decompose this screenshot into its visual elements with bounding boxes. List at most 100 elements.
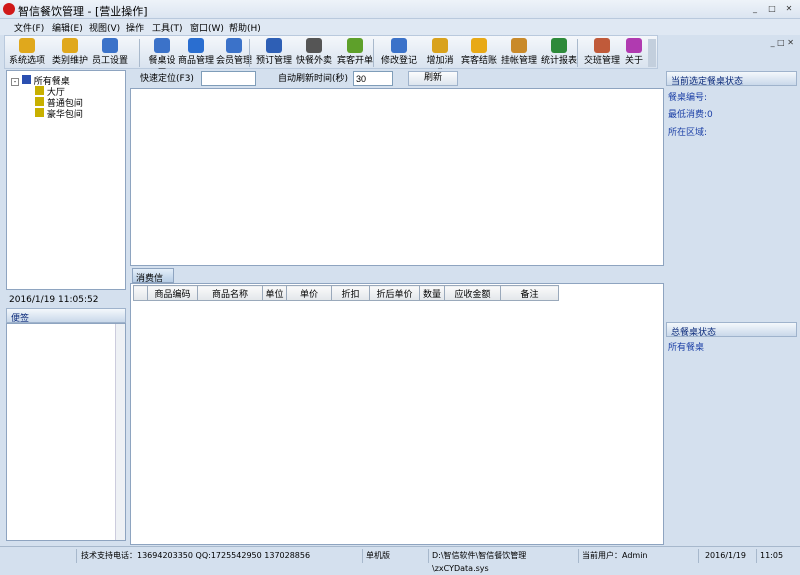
col-price[interactable]: 单价 (286, 285, 332, 301)
toolbar-button-2[interactable]: 员工设置 (91, 38, 129, 68)
key-icon (19, 38, 35, 53)
status-date: 2016/1/19 (698, 549, 756, 563)
question-icon (626, 38, 642, 53)
box-icon (188, 38, 204, 53)
app-logo-icon (3, 3, 15, 15)
toolbar-button-10[interactable]: 增加消费 (423, 38, 457, 79)
menu-operate[interactable]: 操作 (126, 21, 144, 34)
user-edit-icon (391, 38, 407, 53)
toolbar-button-0[interactable]: 系统选项 (9, 38, 45, 68)
add-icon (432, 38, 448, 53)
menu-edit[interactable]: 编辑(E) (52, 21, 83, 34)
status-support: 技术支持电话：13694203350 QQ:1725542950 1370288… (76, 549, 362, 563)
table-tree: - 所有餐桌 大厅 普通包间 豪华包间 (6, 70, 126, 290)
status-mode: 单机版 (362, 549, 428, 563)
quick-bar: 快速定位(F3) 自动刷新时间(秒) 刷新 (130, 69, 664, 88)
refresh-interval-input[interactable] (353, 71, 393, 86)
menu-tools[interactable]: 工具(T) (152, 21, 183, 34)
status-user: 当前用户：Admin (578, 549, 698, 563)
member-icon (226, 38, 242, 53)
minimize-button[interactable]: _ (749, 3, 761, 14)
user-icon (102, 38, 118, 53)
toolbar-button-4[interactable]: 商品管理 (177, 38, 215, 68)
status-bar: 技术支持电话：13694203350 QQ:1725542950 1370288… (0, 546, 800, 573)
scrollbar[interactable] (115, 324, 125, 540)
toolbar-separator (373, 39, 374, 67)
col-name[interactable]: 商品名称 (197, 285, 263, 301)
tab-consumption[interactable]: 消费信息 (132, 268, 174, 297)
money-icon (347, 38, 363, 53)
selected-table-header: 当前选定餐桌状态 (666, 71, 797, 87)
toolbar-button-7[interactable]: 快餐外卖 (295, 38, 333, 68)
datetime: 2016/1/19 11:05:52 (9, 295, 99, 305)
maximize-button[interactable]: □ (766, 3, 778, 14)
consumption-table: 商品编码 商品名称 单位 单价 折扣 折后单价 数量 应收金额 备注 (130, 283, 664, 545)
title-bar: 智信餐饮管理 - [营业操作] _ □ ✕ (0, 0, 800, 19)
status-time: 11:05 (756, 549, 786, 563)
menu-window[interactable]: 窗口(W) (190, 21, 224, 34)
toolbar-button-3[interactable]: 餐桌设置 (145, 38, 179, 79)
toolbar-button-13[interactable]: 统计报表 (539, 38, 579, 68)
table-no: 餐桌编号: (668, 93, 708, 103)
menu-view[interactable]: 视图(V) (89, 21, 120, 34)
locate-input[interactable] (201, 71, 256, 86)
toolbar-button-5[interactable]: 会员管理 (215, 38, 253, 68)
toolbar-button-15[interactable]: 关于 (623, 38, 645, 68)
toolbar-button-12[interactable]: 挂帐管理 (499, 38, 539, 68)
stapler-icon (266, 38, 282, 53)
phone-icon (306, 38, 322, 53)
col-amount[interactable]: 应收金额 (444, 285, 501, 301)
table-icon (154, 38, 170, 53)
consumption-header: 商品编码 商品名称 单位 单价 折扣 折后单价 数量 应收金额 备注 (133, 285, 559, 301)
bag-icon (511, 38, 527, 53)
toolbar-overflow-chevron[interactable] (648, 39, 656, 67)
toolbar-button-label: 系统选项 (9, 56, 46, 66)
col-unit[interactable]: 单位 (262, 285, 287, 301)
col-discounted-price[interactable]: 折后单价 (369, 285, 420, 301)
col-qty[interactable]: 数量 (419, 285, 445, 301)
table-grid-area[interactable] (130, 88, 664, 266)
mdi-controls[interactable]: _ □ ✕ (771, 38, 794, 47)
close-button[interactable]: ✕ (783, 3, 795, 14)
collapse-icon[interactable]: - (11, 78, 19, 86)
notes-textarea[interactable] (6, 323, 126, 541)
toolbar-button-label: 预订管理 (255, 56, 292, 66)
total-table-header: 总餐桌状态 (666, 322, 797, 338)
folder-icon (35, 86, 44, 95)
menu-file[interactable]: 文件(F) (14, 21, 44, 34)
window-title: 智信餐饮管理 - [营业操作] (18, 5, 148, 18)
toolbar-button-label: 会员管理 (215, 56, 252, 66)
col-note[interactable]: 备注 (500, 285, 559, 301)
toolbar-button-label: 交班管理 (583, 56, 620, 66)
toolbar-button-label: 统计报表 (540, 56, 577, 66)
toolbar-separator (577, 39, 578, 67)
toolbar-separator (249, 39, 250, 67)
refresh-button[interactable]: 刷新 (408, 71, 458, 86)
toolbar-button-11[interactable]: 宾客结账 (459, 38, 499, 68)
right-panel: 当前选定餐桌状态 餐桌编号: 最低消费:0 所在区域: 总餐桌状态 所有餐桌 (666, 69, 797, 546)
toolbar-button-6[interactable]: 预订管理 (255, 38, 293, 68)
tree-item-luxury-room[interactable]: 豪华包间 (35, 107, 83, 120)
toolbar-button-1[interactable]: 类别维护 (51, 38, 89, 68)
folder-icon (35, 108, 44, 117)
col-code[interactable]: 商品编码 (147, 285, 198, 301)
col-discount[interactable]: 折扣 (331, 285, 370, 301)
area: 所在区域: (668, 128, 708, 138)
toolbar-button-label: 商品管理 (177, 56, 214, 66)
toolbar-button-label: 员工设置 (91, 56, 128, 66)
all-tables: 所有餐桌 (668, 343, 705, 353)
toolbar-button-8[interactable]: 宾客开单 (335, 38, 375, 68)
toolbar: 系统选项类别维护员工设置 餐桌设置商品管理会员管理预订管理快餐外卖宾客开单修改登记… (4, 35, 658, 79)
toolbar-button-label: 挂帐管理 (500, 56, 537, 66)
toolbar-button-14[interactable]: 交班管理 (583, 38, 621, 68)
toolbar-button-9[interactable]: 修改登记 (379, 38, 419, 68)
notes-header: 便签 (6, 308, 126, 324)
locate-label: 快速定位(F3) (140, 74, 194, 84)
toolbar-separator (139, 39, 140, 67)
toolbar-button-label: 快餐外卖 (295, 56, 332, 66)
toolbar-button-label: 类别维护 (51, 56, 88, 66)
menu-help[interactable]: 帮助(H) (229, 21, 261, 34)
status-blank (0, 549, 76, 563)
toolbar-button-label: 修改登记 (380, 56, 417, 66)
menu-bar: 文件(F) 编辑(E) 视图(V) 操作 工具(T) 窗口(W) 帮助(H) _… (0, 19, 800, 47)
